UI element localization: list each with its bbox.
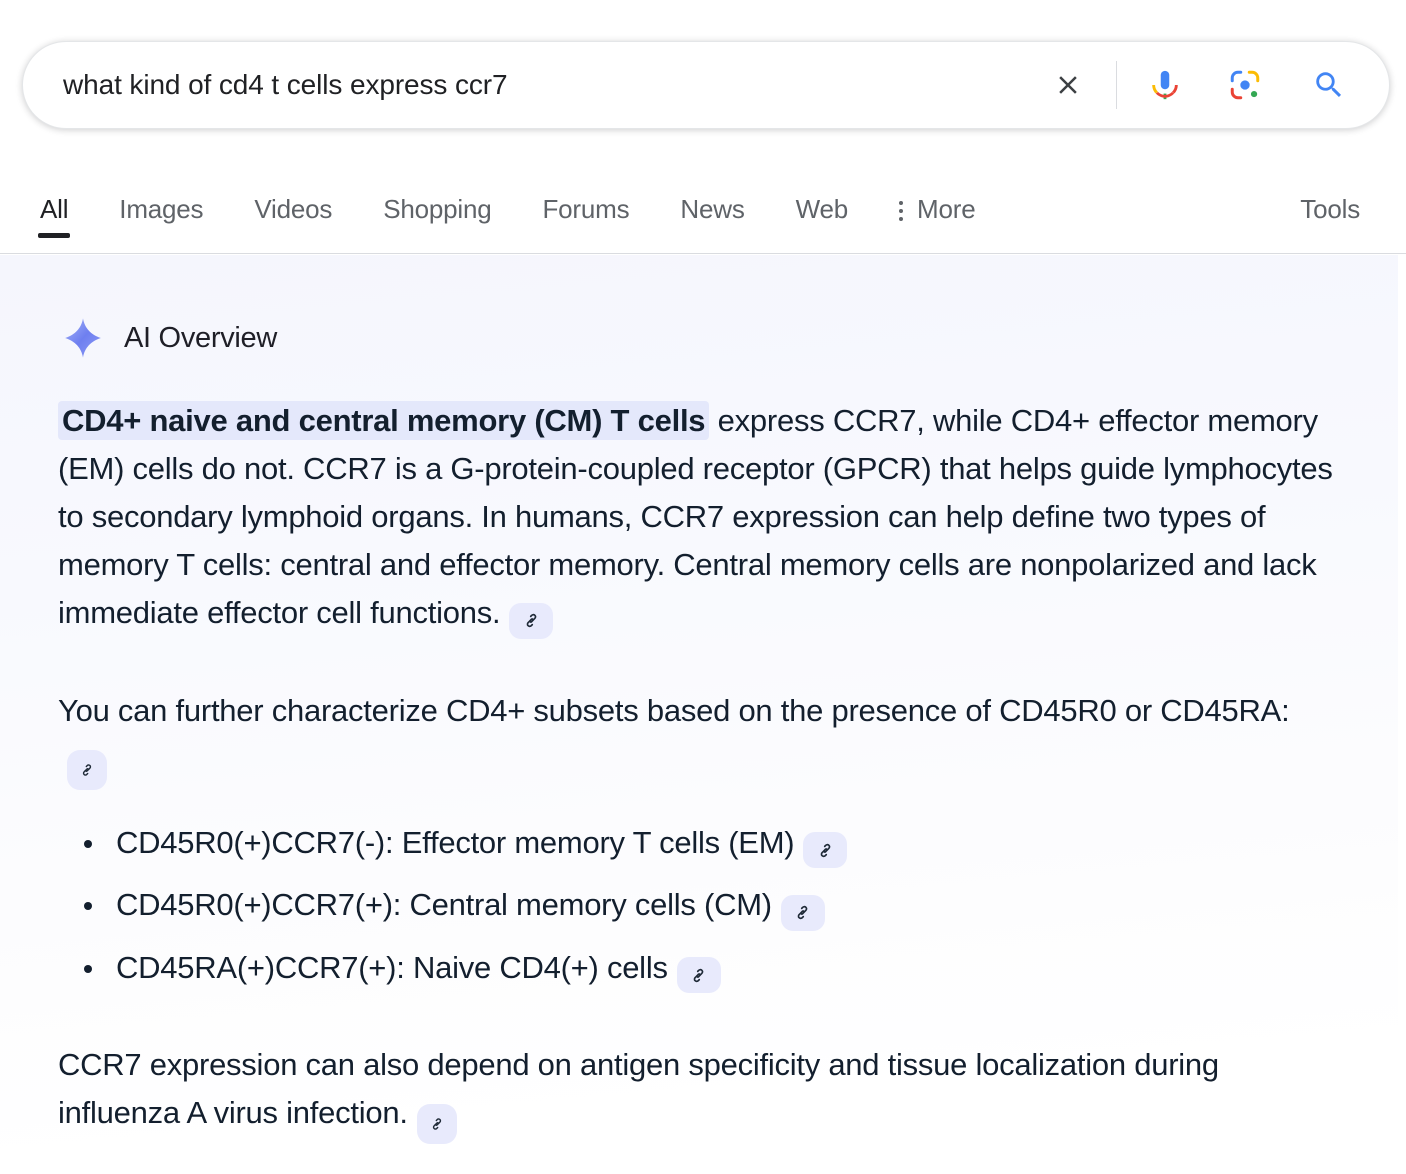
microphone-icon[interactable] bbox=[1139, 59, 1191, 111]
list-item-text: CD45R0(+)CCR7(-): Effector memory T cell… bbox=[116, 824, 795, 860]
more-menu-button[interactable]: More bbox=[899, 178, 976, 225]
citation-chip[interactable] bbox=[803, 832, 848, 868]
citation-chip[interactable] bbox=[67, 749, 107, 790]
search-bar[interactable] bbox=[22, 41, 1390, 129]
ai-overview-list: CD45R0(+)CCR7(-): Effector memory T cell… bbox=[58, 820, 1338, 993]
ai-overview-paragraph-3: CCR7 expression can also depend on antig… bbox=[58, 1041, 1338, 1144]
tab-images[interactable]: Images bbox=[119, 178, 203, 225]
google-lens-icon[interactable] bbox=[1219, 59, 1271, 111]
list-item: CD45R0(+)CCR7(+): Central memory cells (… bbox=[58, 882, 1338, 931]
ai-overview-title: AI Overview bbox=[124, 321, 278, 354]
search-nav-tabs: All Images Videos Shopping Forums News W… bbox=[0, 178, 1406, 254]
citation-chip[interactable] bbox=[780, 894, 825, 931]
search-submit-icon[interactable] bbox=[1303, 59, 1355, 111]
tools-button[interactable]: Tools bbox=[1300, 194, 1360, 225]
clear-search-button[interactable] bbox=[1042, 59, 1094, 111]
paragraph-2-text: You can further characterize CD4+ subset… bbox=[58, 692, 1290, 728]
ai-overview-paragraph-1: CD4+ naive and central memory (CM) T cel… bbox=[58, 397, 1338, 639]
citation-chip[interactable] bbox=[416, 1104, 457, 1144]
ai-overview-body: CD4+ naive and central memory (CM) T cel… bbox=[0, 397, 1398, 1144]
tab-web[interactable]: Web bbox=[796, 178, 849, 225]
search-bar-divider bbox=[1116, 61, 1117, 109]
highlighted-answer: CD4+ naive and central memory (CM) T cel… bbox=[58, 401, 710, 440]
list-item-text: CD45RA(+)CCR7(+): Naive CD4(+) cells bbox=[116, 949, 668, 985]
sparkle-icon bbox=[65, 318, 101, 358]
list-item: CD45RA(+)CCR7(+): Naive CD4(+) cells bbox=[58, 945, 1338, 993]
citation-chip[interactable] bbox=[509, 602, 554, 639]
more-menu-label: More bbox=[917, 194, 976, 224]
tab-videos[interactable]: Videos bbox=[254, 178, 332, 225]
tab-all[interactable]: All bbox=[37, 178, 71, 238]
search-bar-container bbox=[22, 41, 1390, 129]
tab-shopping[interactable]: Shopping bbox=[383, 178, 491, 225]
list-item-text: CD45R0(+)CCR7(+): Central memory cells (… bbox=[116, 887, 772, 922]
ai-overview-header: AI Overview bbox=[0, 255, 1398, 359]
paragraph-3-text: CCR7 expression can also depend on antig… bbox=[58, 1047, 1219, 1130]
list-item: CD45R0(+)CCR7(-): Effector memory T cell… bbox=[58, 820, 1338, 868]
tab-news[interactable]: News bbox=[680, 178, 744, 225]
tab-forums[interactable]: Forums bbox=[542, 178, 629, 225]
ai-overview-paragraph-2: You can further characterize CD4+ subset… bbox=[58, 687, 1338, 790]
more-vertical-icon bbox=[899, 195, 904, 225]
search-input[interactable] bbox=[63, 65, 1042, 105]
ai-overview-panel: AI Overview CD4+ naive and central memor… bbox=[0, 255, 1398, 1174]
citation-chip[interactable] bbox=[676, 957, 721, 993]
